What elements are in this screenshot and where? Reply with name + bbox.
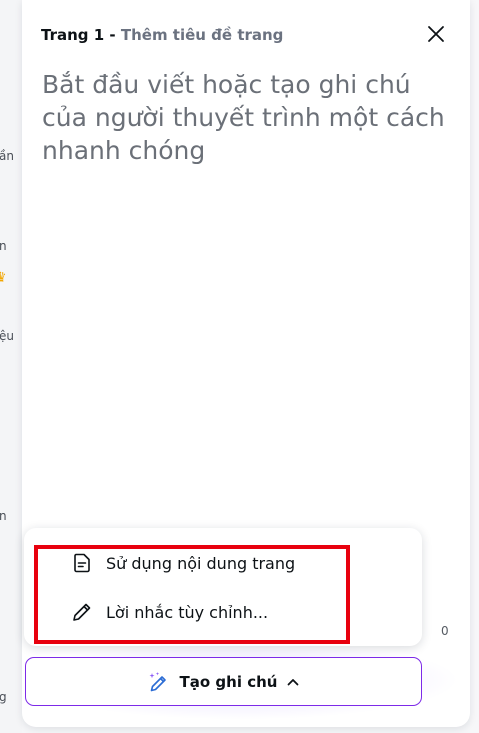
- page-number: Trang 1: [41, 26, 105, 44]
- menu-item-label: Lời nhắc tùy chỉnh...: [106, 602, 269, 622]
- close-icon: [428, 26, 444, 42]
- background-fragment: 0: [441, 624, 449, 638]
- sidebar-fragment: n: [0, 239, 7, 253]
- background-sidebar: ần n ♛ ệu n g: [0, 0, 22, 733]
- close-button[interactable]: [422, 20, 450, 48]
- sidebar-fragment: ần: [0, 149, 14, 163]
- chevron-up-icon: [285, 674, 301, 690]
- generate-notes-button[interactable]: Tạo ghi chú: [25, 657, 422, 706]
- document-icon: [70, 551, 94, 575]
- sidebar-fragment: g: [0, 690, 7, 704]
- crown-icon: ♛: [0, 270, 7, 286]
- sidebar-fragment: ệu: [0, 329, 14, 343]
- menu-item-custom-prompt[interactable]: Lời nhắc tùy chỉnh...: [70, 592, 268, 632]
- page-title-input[interactable]: Thêm tiêu đề trang: [121, 26, 284, 44]
- menu-item-use-page-content[interactable]: Sử dụng nội dung trang: [70, 543, 295, 583]
- background-right-edge: [470, 0, 479, 733]
- notes-text-area[interactable]: Bắt đầu viết hoặc tạo ghi chú của người …: [42, 68, 454, 167]
- menu-item-label: Sử dụng nội dung trang: [106, 553, 296, 573]
- sidebar-fragment: n: [0, 509, 7, 523]
- page-separator: -: [104, 26, 121, 44]
- magic-pen-icon: [146, 670, 170, 694]
- pencil-icon: [70, 600, 94, 624]
- panel-header: Trang 1 - Thêm tiêu đề trang: [41, 24, 283, 46]
- generate-notes-label: Tạo ghi chú: [179, 672, 278, 691]
- generate-notes-menu: Sử dụng nội dung trang Lời nhắc tùy chỉn…: [24, 528, 422, 646]
